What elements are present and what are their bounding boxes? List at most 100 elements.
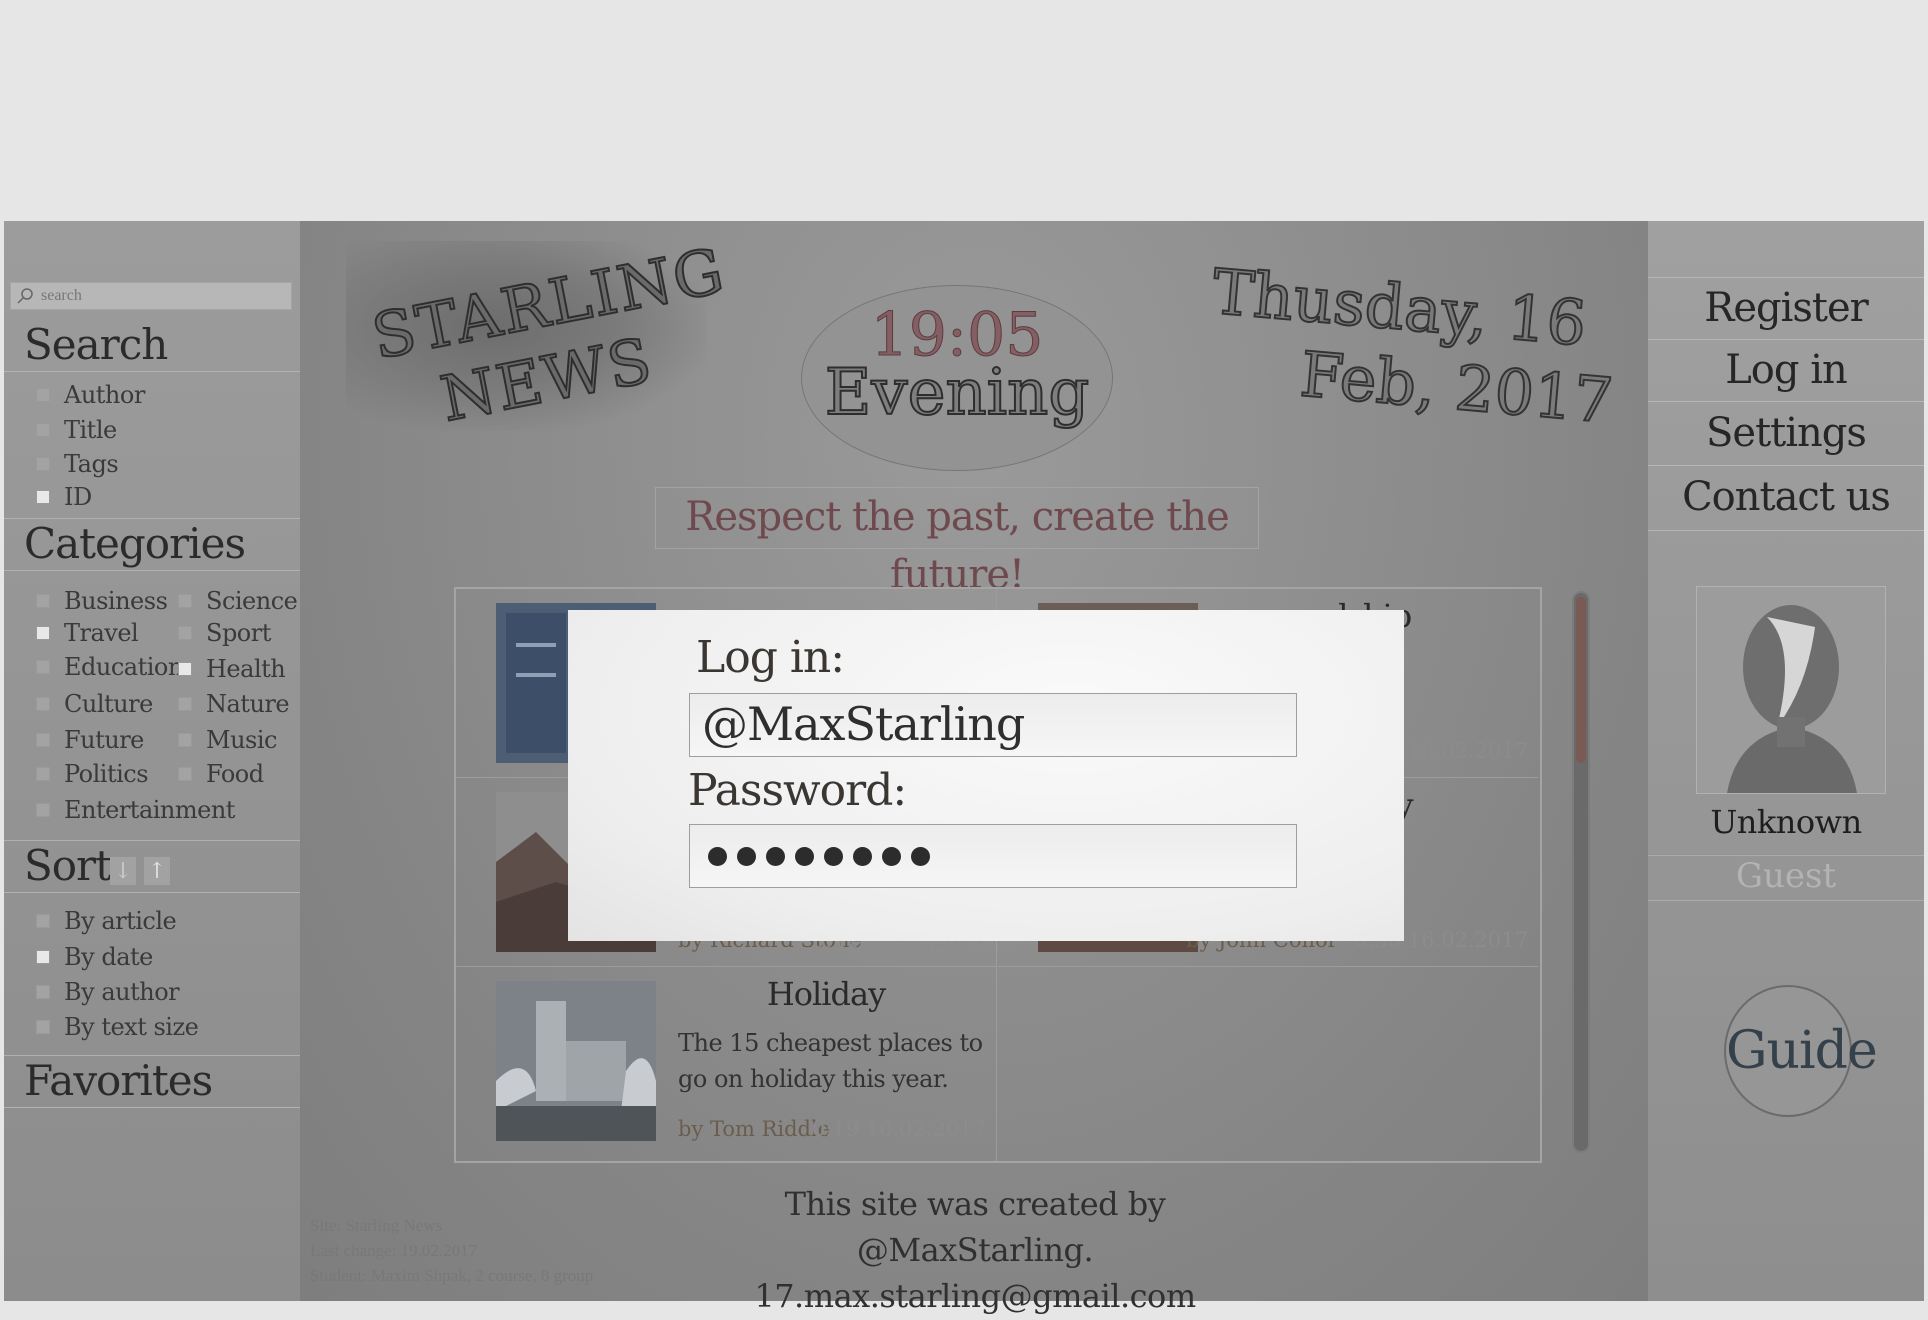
option-label: Health — [206, 655, 286, 683]
option-label: Nature — [206, 690, 290, 718]
avatar — [1696, 586, 1886, 794]
register-link[interactable]: Register — [1648, 277, 1924, 340]
user-avatar-image — [1697, 587, 1885, 793]
category-science[interactable]: Science — [178, 587, 298, 615]
option-label: Science — [206, 587, 298, 615]
checkbox[interactable] — [178, 662, 192, 676]
option-label: Travel — [64, 619, 139, 647]
article-card[interactable]: Holiday The 15 cheapest places to go on … — [456, 967, 996, 1155]
search-title-option[interactable]: Title — [36, 416, 117, 444]
checkbox[interactable] — [36, 985, 50, 999]
option-label: Author — [64, 381, 145, 409]
option-label: Future — [64, 726, 144, 754]
checkbox[interactable] — [36, 803, 50, 817]
category-music[interactable]: Music — [178, 726, 277, 754]
contact-email[interactable]: 17.max.starling@gmail.com — [670, 1273, 1280, 1319]
meta-site: Site: Starling News — [310, 1216, 443, 1235]
option-label: Title — [64, 416, 117, 444]
search-section-title: Search — [4, 320, 300, 372]
category-business[interactable]: Business — [36, 587, 168, 615]
meta-student: Student: Maxim Shpak, 2 course, 8 group — [310, 1266, 594, 1285]
checkbox[interactable] — [36, 490, 50, 504]
password-dot — [824, 846, 843, 866]
meta-last-change: Last change: 19.02.2017 — [310, 1241, 478, 1260]
password-field[interactable] — [689, 824, 1297, 888]
option-label: Culture — [64, 690, 153, 718]
option-label: Education — [64, 653, 183, 681]
password-dot — [911, 846, 930, 866]
login-link[interactable]: Log in — [1648, 339, 1924, 402]
checkbox[interactable] — [36, 423, 50, 437]
checkbox[interactable] — [178, 767, 192, 781]
checkbox[interactable] — [36, 457, 50, 471]
login-modal: Log in: @MaxStarling Password: — [568, 610, 1404, 941]
option-label: Tags — [64, 450, 119, 478]
checkbox[interactable] — [178, 697, 192, 711]
checkbox[interactable] — [178, 594, 192, 608]
checkbox[interactable] — [36, 914, 50, 928]
sort-by-author[interactable]: By author — [36, 978, 180, 1006]
category-future[interactable]: Future — [36, 726, 144, 754]
login-field[interactable]: @MaxStarling — [689, 693, 1297, 757]
footer-meta: Site: Starling News Last change: 19.02.2… — [310, 1213, 593, 1288]
contact-link[interactable]: Contact us — [1648, 465, 1924, 531]
password-dot — [882, 846, 901, 866]
article-time: 0:19 16.02.2017 — [811, 1117, 986, 1141]
sort-direction: ↓ ↑ — [110, 857, 170, 885]
checkbox[interactable] — [36, 767, 50, 781]
scrollbar-thumb[interactable] — [1576, 597, 1586, 763]
search-author-option[interactable]: Author — [36, 381, 145, 409]
password-dot — [766, 846, 785, 866]
guide-button[interactable]: Guide — [1724, 985, 1878, 1117]
option-label: By author — [64, 978, 180, 1006]
category-politics[interactable]: Politics — [36, 760, 149, 788]
sort-by-text-size[interactable]: By text size — [36, 1013, 199, 1041]
article-title[interactable]: Holiday — [676, 975, 976, 1013]
article-author[interactable]: by Tom Riddle — [678, 1117, 830, 1141]
category-health[interactable]: Health — [178, 655, 286, 683]
article-description: The 15 cheapest places to go on holiday … — [678, 1029, 983, 1093]
favorites-link[interactable]: Favorites — [4, 1056, 300, 1108]
category-education[interactable]: Education — [36, 653, 183, 681]
settings-link[interactable]: Settings — [1648, 401, 1924, 466]
checkbox[interactable] — [36, 626, 50, 640]
option-label: By text size — [64, 1013, 199, 1041]
password-dot — [795, 846, 814, 866]
checkbox[interactable] — [36, 1020, 50, 1034]
credit-line: This site was created by @MaxStarling. — [784, 1185, 1166, 1269]
sort-by-date[interactable]: By date — [36, 943, 153, 971]
category-travel[interactable]: Travel — [36, 619, 139, 647]
option-label: Politics — [64, 760, 149, 788]
checkbox[interactable] — [36, 594, 50, 608]
category-sport[interactable]: Sport — [178, 619, 271, 647]
login-label: Log in: — [696, 632, 845, 683]
category-culture[interactable]: Culture — [36, 690, 153, 718]
category-nature[interactable]: Nature — [178, 690, 290, 718]
categories-section-title: Categories — [4, 519, 300, 571]
article-scrollbar[interactable] — [1572, 591, 1590, 1153]
option-label: Business — [64, 587, 168, 615]
user-role: Guest — [1648, 855, 1924, 901]
arrow-up-icon[interactable]: ↑ — [144, 857, 170, 885]
checkbox[interactable] — [36, 660, 50, 674]
checkbox[interactable] — [36, 388, 50, 402]
arrow-down-icon[interactable]: ↓ — [110, 857, 136, 885]
category-entertainment[interactable]: Entertainment — [36, 796, 235, 824]
checkbox[interactable] — [36, 733, 50, 747]
footer-credit: This site was created by @MaxStarling. 1… — [670, 1181, 1280, 1319]
clock-day-part: Evening — [824, 355, 1091, 431]
password-mask — [704, 825, 1296, 887]
slogan: Respect the past, create the future! — [655, 487, 1259, 598]
checkbox[interactable] — [36, 950, 50, 964]
checkbox[interactable] — [36, 697, 50, 711]
password-label: Password: — [688, 765, 907, 816]
search-id-option[interactable]: ID — [36, 483, 92, 511]
search-input[interactable]: search — [10, 282, 292, 310]
sort-by-article[interactable]: By article — [36, 907, 177, 935]
right-sidebar: Register Log in Settings Contact us Unkn… — [1648, 221, 1924, 1301]
category-food[interactable]: Food — [178, 760, 264, 788]
checkbox[interactable] — [178, 626, 192, 640]
option-label: Entertainment — [64, 796, 235, 824]
search-tags-option[interactable]: Tags — [36, 450, 119, 478]
checkbox[interactable] — [178, 733, 192, 747]
